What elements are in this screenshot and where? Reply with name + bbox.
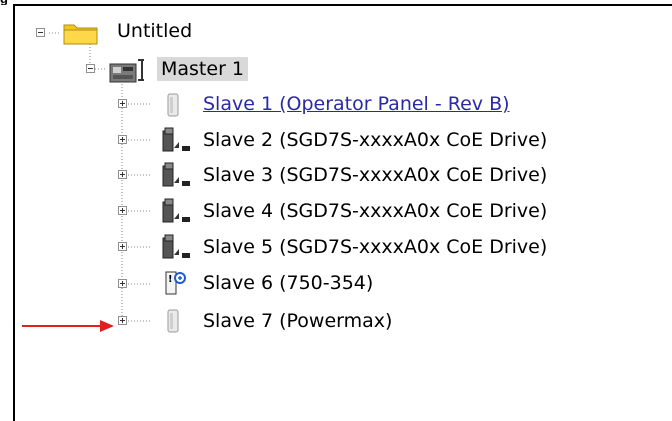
annotation-arrow-icon [22, 320, 114, 332]
tree-node-slave-6[interactable]: Slave 6 (750-354) [203, 271, 373, 295]
folder-icon [63, 24, 98, 45]
svg-text:!: ! [168, 274, 173, 285]
tree-node-slave-1[interactable]: Slave 1 (Operator Panel - Rev B) [203, 92, 510, 116]
tree-node-slave-5[interactable]: Slave 5 (SGD7S-xxxxA0x CoE Drive) [203, 235, 547, 259]
expand-slave-5-button[interactable] [118, 242, 127, 251]
servo-drive-icon [162, 162, 190, 187]
tree-node-master-1[interactable]: Master 1 [157, 57, 249, 81]
tree-node-slave-4[interactable]: Slave 4 (SGD7S-xxxxA0x CoE Drive) [203, 199, 547, 223]
servo-drive-icon [162, 198, 190, 223]
tree-node-untitled[interactable]: Untitled [117, 19, 192, 43]
ethercat-master-icon [109, 59, 144, 83]
tree-node-slave-7[interactable]: Slave 7 (Powermax) [203, 309, 392, 333]
device-tree: Untitled Master 1 Slave 1 (Operator Pane… [0, 0, 672, 421]
expand-slave-3-button[interactable] [118, 170, 127, 179]
collapse-root-button[interactable] [36, 28, 45, 37]
generic-device-icon [167, 309, 179, 333]
servo-drive-icon [162, 127, 190, 152]
tree-node-slave-2[interactable]: Slave 2 (SGD7S-xxxxA0x CoE Drive) [203, 128, 547, 152]
io-coupler-icon: ! [165, 271, 186, 295]
servo-drive-icon [162, 234, 190, 259]
expand-slave-4-button[interactable] [118, 206, 127, 215]
generic-device-icon [167, 93, 179, 117]
tree-node-slave-3[interactable]: Slave 3 (SGD7S-xxxxA0x CoE Drive) [203, 163, 547, 187]
expand-slave-2-button[interactable] [118, 135, 127, 144]
expand-slave-6-button[interactable] [118, 279, 127, 288]
collapse-master-button[interactable] [86, 64, 95, 73]
expand-slave-1-button[interactable] [118, 99, 127, 108]
expand-slave-7-button[interactable] [118, 316, 127, 325]
